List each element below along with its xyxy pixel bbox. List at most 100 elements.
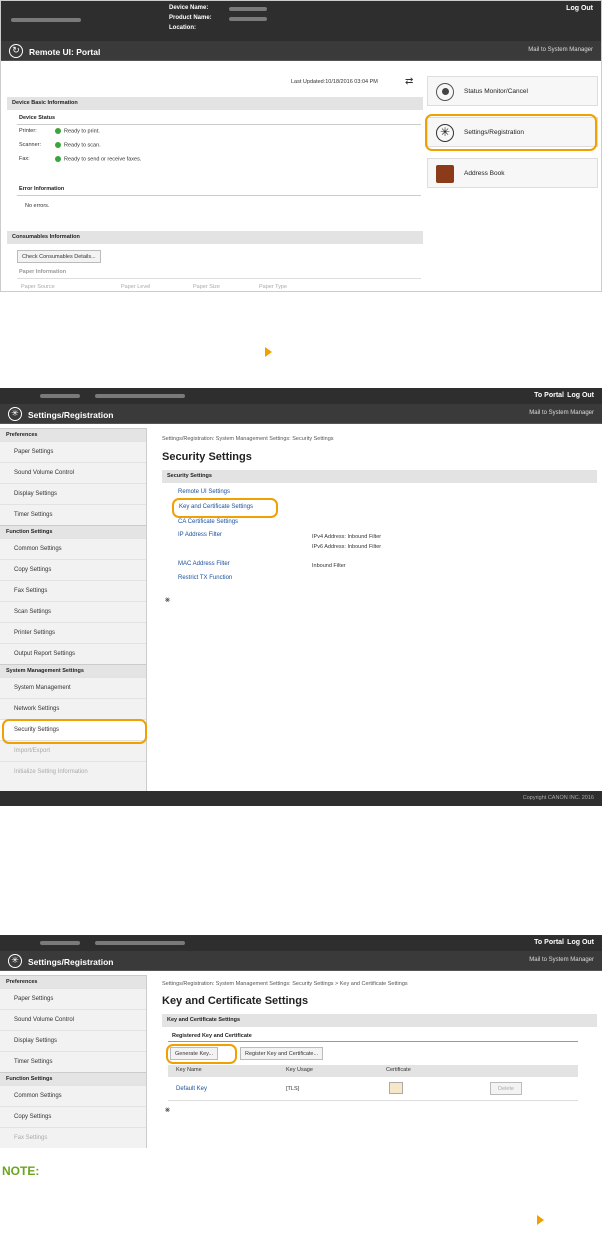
sidebar-item-scan-settings[interactable]: Scan Settings — [0, 601, 146, 622]
sidebar-item-initialize[interactable]: Initialize Setting Information — [0, 761, 146, 782]
fax-label: Fax: — [19, 156, 30, 162]
registered-key-heading: Registered Key and Certificate — [172, 1033, 252, 1039]
settings-title-bar: ✳ Settings/Registration Mail to System M… — [0, 404, 602, 424]
portal-title: Remote UI: Portal — [29, 47, 101, 57]
sidebar-item-common-settings[interactable]: Common Settings — [0, 538, 146, 559]
ip-address-filter-link[interactable]: IP Address Filter — [178, 532, 222, 538]
key-certificate-screenshot: To Portal Log Out ✳ Settings/Registratio… — [0, 935, 602, 1148]
sidebar-heading-preferences: Preferences — [0, 428, 146, 441]
sidebar-item-timer-settings[interactable]: Timer Settings — [0, 504, 146, 525]
status-ok-icon — [55, 128, 61, 134]
restrict-tx-function-link[interactable]: Restrict TX Function — [178, 575, 232, 581]
certificate-icon[interactable] — [389, 1082, 403, 1094]
mail-link[interactable]: Mail to System Manager — [529, 957, 594, 963]
book-icon — [436, 165, 454, 183]
printer-label: Printer: — [19, 128, 37, 134]
gear-icon: ✳ — [8, 954, 22, 968]
highlight-ring — [425, 114, 597, 151]
blurred-device-path — [95, 941, 185, 945]
sidebar-item-fax-settings[interactable]: Fax Settings — [0, 580, 146, 601]
step-arrow-icon — [265, 347, 272, 357]
copyright-text: Copyright CANON INC. 2016 — [522, 795, 594, 801]
mac-address-filter-link[interactable]: MAC Address Filter — [178, 561, 230, 567]
mail-link[interactable]: Mail to System Manager — [529, 410, 594, 416]
sidebar-item-fax-settings[interactable]: Fax Settings — [0, 1127, 146, 1148]
logout-link[interactable]: Log Out — [567, 392, 594, 399]
sidebar-item-sound-volume[interactable]: Sound Volume Control — [0, 462, 146, 483]
scroll-top-icon[interactable]: ⨳ — [165, 595, 170, 605]
scanner-status: Ready to scan. — [55, 142, 101, 148]
paper-col-size: Paper Size — [193, 284, 220, 290]
sidebar-item-copy-settings[interactable]: Copy Settings — [0, 559, 146, 580]
fax-status: Ready to send or receive faxes. — [55, 156, 141, 162]
sidebar-item-display-settings[interactable]: Display Settings — [0, 1030, 146, 1051]
scroll-top-icon[interactable]: ⨳ — [165, 1105, 170, 1115]
to-portal-link[interactable]: To Portal — [534, 392, 564, 399]
col-key-usage: Key Usage — [286, 1067, 313, 1073]
no-errors-text: No errors. — [25, 203, 50, 209]
table-header-row: Key Name Key Usage Certificate — [168, 1065, 578, 1077]
logout-link[interactable]: Log Out — [567, 939, 594, 946]
blurred-device-name — [229, 7, 267, 11]
security-settings-screenshot: To Portal Log Out ✳ Settings/Registratio… — [0, 388, 602, 806]
device-basic-info-header: Device Basic Information — [7, 97, 423, 110]
blurred-product-name — [229, 17, 267, 21]
sidebar-item-printer-settings[interactable]: Printer Settings — [0, 622, 146, 643]
remote-ui-settings-link[interactable]: Remote UI Settings — [178, 489, 230, 495]
paper-info-heading: Paper Information — [19, 269, 67, 275]
paper-col-source: Paper Source — [21, 284, 55, 290]
keycert-top-bar: To Portal Log Out — [0, 935, 602, 951]
page-title: Security Settings — [162, 451, 252, 463]
device-name-label: Device Name: — [169, 5, 209, 11]
next-arrow-icon — [537, 1215, 544, 1225]
error-info-heading: Error Information — [19, 186, 65, 192]
sidebar-item-system-management[interactable]: System Management — [0, 677, 146, 698]
sidebar-item-paper-settings[interactable]: Paper Settings — [0, 441, 146, 462]
highlight-ring — [166, 1044, 237, 1064]
keycert-section-header: Key and Certificate Settings — [162, 1014, 597, 1027]
to-portal-link[interactable]: To Portal — [534, 939, 564, 946]
consumables-info-header: Consumables Information — [7, 231, 423, 244]
printer-status: Ready to print. — [55, 128, 100, 134]
sidebar-item-network-settings[interactable]: Network Settings — [0, 698, 146, 719]
sidebar-item-timer-settings[interactable]: Timer Settings — [0, 1051, 146, 1072]
portal-screenshot: Device Name: Product Name: Location: Log… — [0, 0, 602, 292]
ipv4-filter-note: IPv4 Address: Inbound Filter — [312, 534, 382, 540]
ipv6-filter-note: IPv6 Address: Inbound Filter — [312, 544, 382, 550]
col-key-name: Key Name — [176, 1067, 202, 1073]
default-key-link[interactable]: Default Key — [176, 1086, 207, 1092]
ca-certificate-settings-link[interactable]: CA Certificate Settings — [178, 519, 238, 525]
sidebar-item-copy-settings[interactable]: Copy Settings — [0, 1106, 146, 1127]
product-name-label: Product Name: — [169, 15, 212, 21]
paper-col-level: Paper Level — [121, 284, 151, 290]
col-certificate: Certificate — [386, 1067, 411, 1073]
address-book-button[interactable]: Address Book — [427, 158, 598, 188]
blurred-logo — [40, 394, 80, 398]
sidebar-item-paper-settings[interactable]: Paper Settings — [0, 988, 146, 1009]
blurred-logo — [40, 941, 80, 945]
last-updated: Last Updated:10/18/2016 03:04 PM — [291, 79, 378, 85]
refresh-icon[interactable]: ⇄ — [405, 76, 413, 87]
breadcrumb: Settings/Registration: System Management… — [162, 981, 408, 987]
status-monitor-label: Status Monitor/Cancel — [464, 88, 528, 95]
delete-button[interactable]: Delete — [490, 1082, 522, 1095]
highlight-ring — [2, 719, 147, 744]
logout-link[interactable]: Log Out — [566, 5, 593, 12]
paper-col-type: Paper Type — [259, 284, 288, 290]
mail-link[interactable]: Mail to System Manager — [528, 47, 593, 53]
status-monitor-button[interactable]: Status Monitor/Cancel — [427, 76, 598, 106]
portal-title-bar: ↻ Remote UI: Portal Mail to System Manag… — [1, 41, 601, 61]
sidebar-item-display-settings[interactable]: Display Settings — [0, 483, 146, 504]
register-key-button[interactable]: Register Key and Certificate... — [240, 1047, 324, 1060]
sidebar-item-sound-volume[interactable]: Sound Volume Control — [0, 1009, 146, 1030]
sidebar-heading-system: System Management Settings — [0, 664, 146, 677]
keycert-title-bar: ✳ Settings/Registration Mail to System M… — [0, 951, 602, 971]
check-consumables-button[interactable]: Check Consumables Details... — [17, 250, 101, 263]
page-title: Key and Certificate Settings — [162, 995, 309, 1007]
footer: Copyright CANON INC. 2016 — [0, 791, 602, 806]
status-ok-icon — [55, 156, 61, 162]
sidebar-item-common-settings[interactable]: Common Settings — [0, 1085, 146, 1106]
highlight-ring — [172, 498, 278, 518]
device-status-heading: Device Status — [19, 115, 56, 121]
sidebar-item-output-report[interactable]: Output Report Settings — [0, 643, 146, 664]
